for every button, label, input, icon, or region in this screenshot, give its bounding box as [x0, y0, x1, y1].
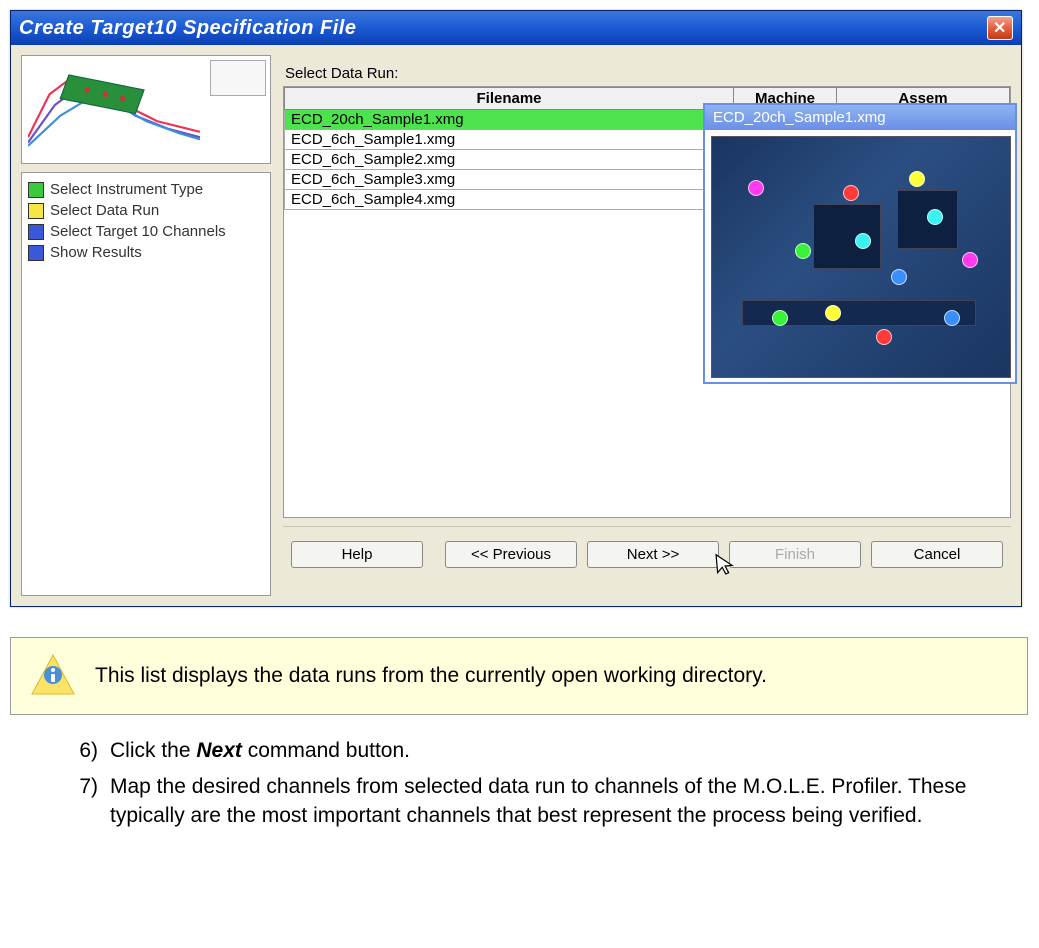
cell-filename: ECD_6ch_Sample2.xmg: [285, 150, 734, 170]
step-status-icon: [28, 182, 44, 198]
instruction-text: Click the Next command button.: [110, 737, 410, 765]
channel-marker-icon: [795, 243, 811, 259]
wizard-steps-list: Select Instrument Type Select Data Run Sel…: [21, 172, 271, 596]
instruction-item: 7)Map the desired channels from selected…: [10, 769, 990, 834]
wizard-step[interactable]: Select Data Run: [26, 200, 266, 221]
channel-marker-icon: [876, 329, 892, 345]
channel-marker-icon: [843, 185, 859, 201]
cell-filename: ECD_20ch_Sample1.xmg: [285, 110, 734, 130]
col-filename[interactable]: Filename: [285, 88, 734, 110]
step-status-icon: [28, 245, 44, 261]
step-label: Show Results: [50, 244, 142, 261]
wizard-button-row: Help << Previous Next >> Finish Cancel: [283, 526, 1011, 572]
data-run-preview-popup: ECD_20ch_Sample1.xmg: [703, 103, 1017, 384]
left-panel: Select Instrument Type Select Data Run Sel…: [21, 55, 271, 596]
dialog-content: Select Instrument Type Select Data Run Sel…: [11, 45, 1021, 606]
close-icon: ✕: [993, 18, 1007, 38]
info-note: This list displays the data runs from th…: [10, 637, 1028, 715]
wizard-step[interactable]: Select Target 10 Channels: [26, 221, 266, 242]
channel-marker-icon: [772, 310, 788, 326]
preview-popup-title: ECD_20ch_Sample1.xmg: [705, 105, 1015, 130]
channel-marker-icon: [962, 252, 978, 268]
select-data-run-label: Select Data Run:: [285, 65, 1011, 82]
close-button[interactable]: ✕: [987, 16, 1013, 40]
cell-filename: ECD_6ch_Sample4.xmg: [285, 190, 734, 210]
instruction-number: 7): [70, 773, 98, 830]
step-status-icon: [28, 224, 44, 240]
window-title: Create Target10 Specification File: [19, 17, 356, 40]
instruction-number: 6): [70, 737, 98, 765]
info-note-text: This list displays the data runs from th…: [95, 664, 767, 688]
wizard-dialog: Create Target10 Specification File ✕ Sel…: [10, 10, 1022, 607]
pcb-board-icon: [711, 136, 1011, 378]
channel-marker-icon: [891, 269, 907, 285]
previous-button[interactable]: << Previous: [445, 541, 577, 568]
instruction-list: 6) Click the Next command button. 7)Map th…: [10, 733, 990, 834]
step-label: Select Target 10 Channels: [50, 223, 226, 240]
titlebar: Create Target10 Specification File ✕: [11, 11, 1021, 45]
right-panel: Select Data Run: Filename Machine Assem …: [283, 55, 1011, 596]
step-label: Select Data Run: [50, 202, 159, 219]
step-label: Select Instrument Type: [50, 181, 203, 198]
instruction-text: Map the desired channels from selected d…: [110, 773, 990, 830]
next-button[interactable]: Next >>: [587, 541, 719, 568]
channel-marker-icon: [748, 180, 764, 196]
wizard-step[interactable]: Show Results: [26, 242, 266, 263]
preview-thumbnail: [21, 55, 271, 164]
instruction-item: 6) Click the Next command button.: [10, 733, 990, 769]
help-button[interactable]: Help: [291, 541, 423, 568]
finish-button: Finish: [729, 541, 861, 568]
channel-marker-icon: [909, 171, 925, 187]
cell-filename: ECD_6ch_Sample3.xmg: [285, 170, 734, 190]
thumbnail-legend: [210, 60, 266, 96]
step-status-icon: [28, 203, 44, 219]
channel-marker-icon: [927, 209, 943, 225]
wizard-step[interactable]: Select Instrument Type: [26, 179, 266, 200]
cancel-button[interactable]: Cancel: [871, 541, 1003, 568]
cell-filename: ECD_6ch_Sample1.xmg: [285, 130, 734, 150]
chart-thumbnail-icon: [28, 62, 200, 148]
preview-popup-body: [705, 130, 1015, 382]
channel-marker-icon: [855, 233, 871, 249]
info-icon: [29, 652, 77, 700]
